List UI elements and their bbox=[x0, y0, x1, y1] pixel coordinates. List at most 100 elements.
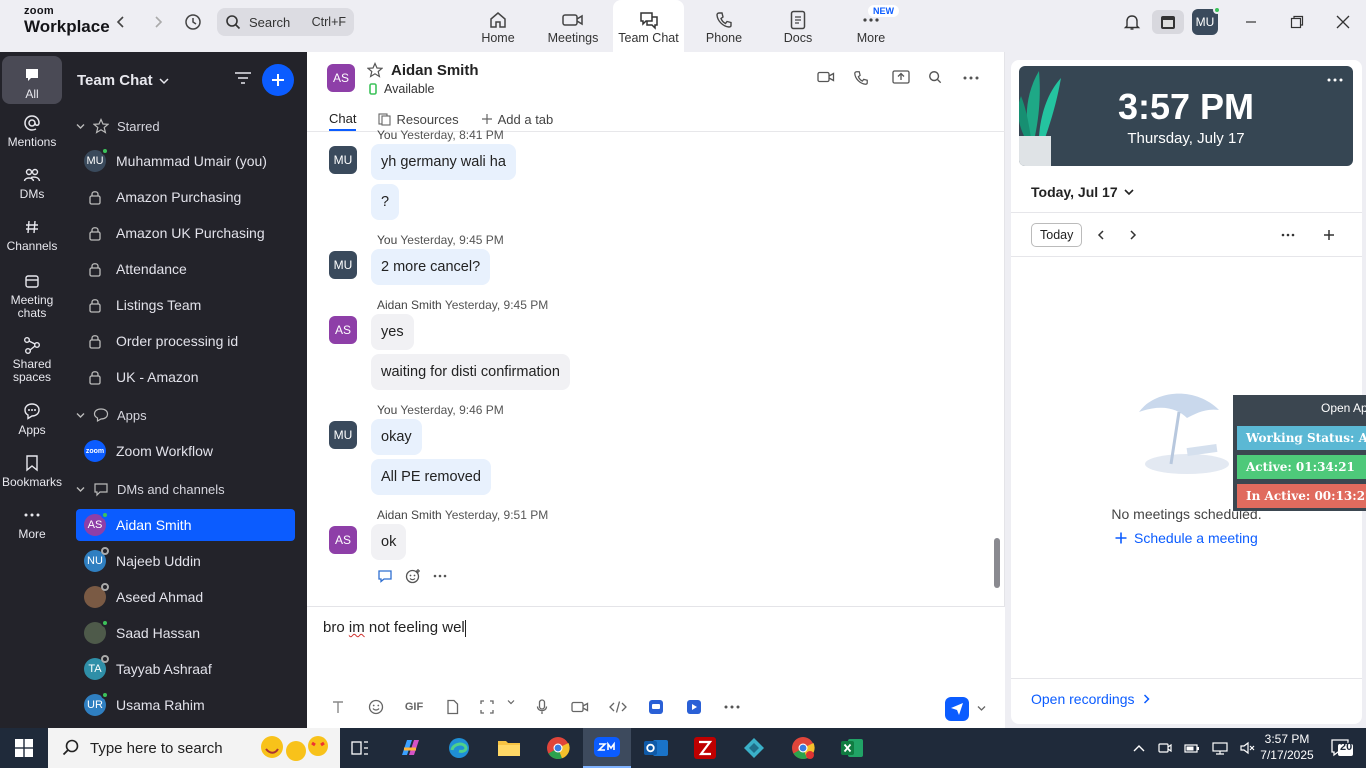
new-chat-button[interactable] bbox=[262, 64, 294, 96]
message-bubble[interactable]: All PE removed bbox=[371, 459, 491, 495]
rail-shared-spaces[interactable]: Shared spaces bbox=[2, 334, 62, 384]
reply-icon[interactable] bbox=[377, 569, 393, 583]
compose-input[interactable]: bro im not feeling wel bbox=[323, 619, 466, 637]
previous-day-button[interactable] bbox=[1097, 230, 1105, 240]
notifications-button[interactable] bbox=[1116, 10, 1148, 34]
calendar-app-button[interactable] bbox=[1152, 10, 1184, 34]
rail-channels[interactable]: Channels bbox=[2, 216, 62, 253]
sidebar-item-usama-rahim[interactable]: UR Usama Rahim bbox=[76, 689, 295, 721]
screenshot-button[interactable] bbox=[471, 699, 523, 715]
sidebar-item-zoom-workflow[interactable]: zoom Zoom Workflow bbox=[76, 435, 295, 467]
sidebar-item-uk-amazon[interactable]: UK - Amazon bbox=[76, 361, 295, 393]
voice-message-button[interactable] bbox=[523, 699, 561, 715]
message-bubble[interactable]: waiting for disti confirmation bbox=[371, 354, 570, 390]
add-reaction-icon[interactable] bbox=[405, 568, 421, 584]
app-button[interactable] bbox=[675, 699, 713, 715]
maximize-button[interactable] bbox=[1281, 10, 1313, 34]
misspelled-word[interactable]: im bbox=[349, 619, 365, 636]
chevron-up-icon[interactable] bbox=[1132, 743, 1146, 753]
history-button[interactable] bbox=[177, 10, 209, 34]
message-bubble[interactable]: ok bbox=[371, 524, 407, 560]
filter-button[interactable] bbox=[234, 70, 252, 86]
send-button[interactable] bbox=[945, 697, 969, 721]
starred-section-header[interactable]: Starred bbox=[76, 118, 160, 134]
message-bubble[interactable]: ? bbox=[371, 184, 400, 220]
next-day-button[interactable] bbox=[1129, 230, 1137, 240]
notification-center-button[interactable]: 20 bbox=[1318, 728, 1366, 768]
more-actions-icon[interactable] bbox=[433, 574, 447, 578]
taskbar-filezilla[interactable] bbox=[681, 728, 729, 768]
sidebar-item-saad-hassan[interactable]: Saad Hassan bbox=[76, 617, 295, 649]
sidebar-title[interactable]: Team Chat bbox=[77, 72, 169, 89]
today-button[interactable]: Today bbox=[1031, 223, 1083, 247]
rail-apps[interactable]: Apps bbox=[2, 400, 62, 437]
app-button[interactable] bbox=[637, 699, 675, 715]
sidebar-item-attendance[interactable]: Attendance bbox=[76, 253, 295, 285]
rail-dms[interactable]: DMs bbox=[2, 164, 62, 201]
dms-section-header[interactable]: DMs and channels bbox=[76, 481, 225, 497]
tab-team-chat[interactable]: Team Chat bbox=[613, 0, 684, 52]
gif-button[interactable]: GIF bbox=[395, 701, 433, 713]
message-avatar[interactable]: MU bbox=[329, 421, 357, 449]
message-avatar[interactable]: AS bbox=[329, 316, 357, 344]
schedule-meeting-link[interactable]: Schedule a meeting bbox=[1115, 530, 1258, 546]
message-bubble[interactable]: okay bbox=[371, 419, 422, 455]
taskbar-file-explorer[interactable] bbox=[485, 728, 533, 768]
forward-button[interactable] bbox=[142, 10, 174, 34]
sidebar-item-amazon-uk-purchasing[interactable]: Amazon UK Purchasing bbox=[76, 217, 295, 249]
sidebar-item-listings-team[interactable]: Listings Team bbox=[76, 289, 295, 321]
clock-options-button[interactable] bbox=[1327, 78, 1343, 82]
calendar-options-button[interactable] bbox=[1281, 233, 1295, 237]
tab-docs[interactable]: Docs bbox=[762, 0, 834, 52]
tab-chat[interactable]: Chat bbox=[329, 107, 357, 131]
taskbar-excel[interactable] bbox=[828, 728, 876, 768]
message-avatar[interactable]: AS bbox=[329, 526, 357, 554]
taskbar-edge[interactable] bbox=[435, 728, 483, 768]
message-scrollbar[interactable] bbox=[994, 538, 1000, 588]
taskbar-app[interactable] bbox=[730, 728, 778, 768]
sidebar-item-order-processing-id[interactable]: Order processing id bbox=[76, 325, 295, 357]
search-chat-button[interactable] bbox=[928, 70, 942, 84]
message-avatar[interactable]: MU bbox=[329, 146, 357, 174]
date-heading[interactable]: Today, Jul 17 bbox=[1031, 184, 1134, 200]
tab-phone[interactable]: Phone bbox=[688, 0, 760, 52]
contact-name[interactable]: Aidan Smith bbox=[391, 62, 479, 79]
apps-section-header[interactable]: Apps bbox=[76, 407, 147, 423]
taskbar-outlook[interactable] bbox=[632, 728, 680, 768]
taskbar-clock[interactable]: 3:57 PM 7/17/2025 bbox=[1256, 731, 1318, 763]
rail-mentions[interactable]: Mentions bbox=[2, 112, 62, 149]
profile-avatar[interactable]: MU bbox=[1189, 6, 1221, 35]
sidebar-item-amazon-purchasing[interactable]: Amazon Purchasing bbox=[76, 181, 295, 213]
tab-meetings[interactable]: Meetings bbox=[537, 0, 609, 52]
sidebar-item-aidan-smith[interactable]: AS Aidan Smith bbox=[76, 509, 295, 541]
sidebar-item-tayyab-ashraaf[interactable]: TA Tayyab Ashraaf bbox=[76, 653, 295, 685]
contact-avatar[interactable]: AS bbox=[327, 64, 355, 92]
phone-call-button[interactable] bbox=[853, 70, 869, 86]
start-button[interactable] bbox=[0, 728, 48, 768]
code-snippet-button[interactable] bbox=[599, 700, 637, 714]
message-composer[interactable]: bro im not feeling wel GIF bbox=[307, 606, 1005, 728]
rail-all[interactable]: All bbox=[2, 56, 62, 104]
emoji-button[interactable] bbox=[357, 699, 395, 715]
format-text-button[interactable] bbox=[319, 700, 357, 714]
rail-bookmarks[interactable]: Bookmarks bbox=[2, 452, 62, 489]
chat-options-button[interactable] bbox=[963, 76, 979, 80]
open-recordings-link[interactable]: Open recordings bbox=[1031, 691, 1150, 707]
taskbar-zoom[interactable] bbox=[583, 728, 631, 768]
taskbar-chrome[interactable] bbox=[534, 728, 582, 768]
sidebar-item-najeeb-uddin[interactable]: NU Najeeb Uddin bbox=[76, 545, 295, 577]
sidebar-item-aseed-ahmad[interactable]: Aseed Ahmad bbox=[76, 581, 295, 613]
rail-more[interactable]: More bbox=[2, 504, 62, 541]
rail-meeting-chats[interactable]: Meeting chats bbox=[2, 270, 62, 320]
search-box[interactable]: Search Ctrl+F bbox=[217, 8, 354, 36]
taskbar-chrome-profile[interactable] bbox=[779, 728, 827, 768]
attach-file-button[interactable] bbox=[433, 699, 471, 715]
share-screen-button[interactable] bbox=[892, 70, 910, 85]
video-call-button[interactable] bbox=[817, 70, 835, 84]
taskbar-copilot[interactable] bbox=[386, 728, 434, 768]
tab-home[interactable]: Home bbox=[462, 0, 534, 52]
send-options-button[interactable] bbox=[977, 705, 986, 712]
taskbar-search[interactable]: Type here to search bbox=[48, 728, 340, 768]
add-event-button[interactable] bbox=[1323, 229, 1335, 241]
message-avatar[interactable]: MU bbox=[329, 251, 357, 279]
